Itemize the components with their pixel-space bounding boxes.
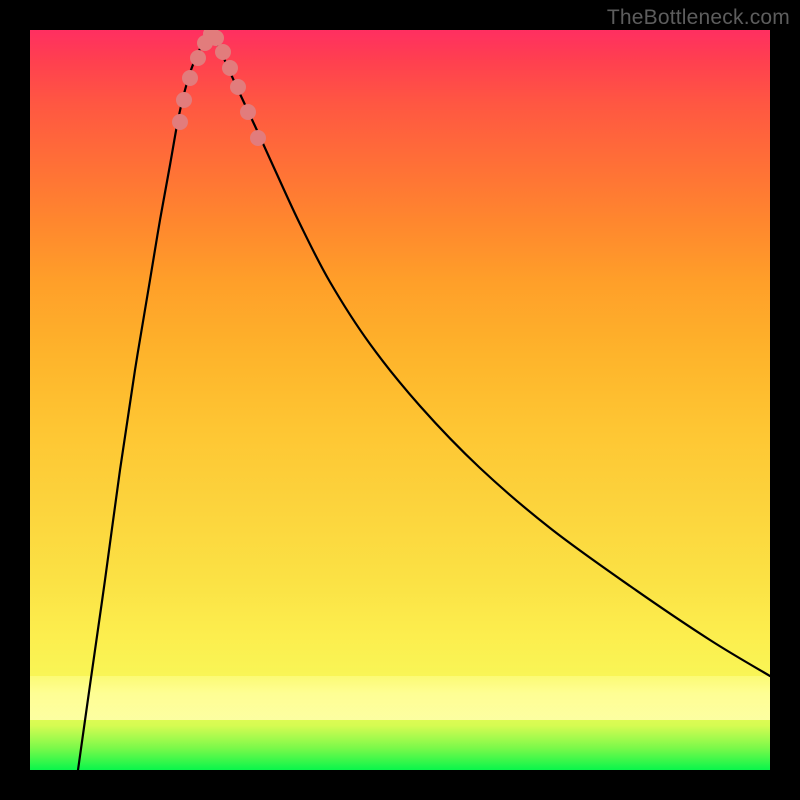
bottleneck-curve bbox=[78, 32, 770, 770]
curve-group bbox=[78, 32, 770, 770]
highlight-dot bbox=[250, 130, 266, 146]
highlight-dot bbox=[208, 30, 224, 46]
highlight-dot bbox=[215, 44, 231, 60]
highlight-dot bbox=[182, 70, 198, 86]
watermark-text: TheBottleneck.com bbox=[607, 6, 790, 30]
chart-frame: TheBottleneck.com bbox=[0, 0, 800, 800]
highlight-dot bbox=[176, 92, 192, 108]
plot-area bbox=[30, 30, 770, 770]
curve-layer bbox=[30, 30, 770, 770]
highlight-dot bbox=[190, 50, 206, 66]
highlight-dot bbox=[222, 60, 238, 76]
highlight-dot bbox=[240, 104, 256, 120]
highlight-dot bbox=[230, 79, 246, 95]
highlight-dot bbox=[172, 114, 188, 130]
